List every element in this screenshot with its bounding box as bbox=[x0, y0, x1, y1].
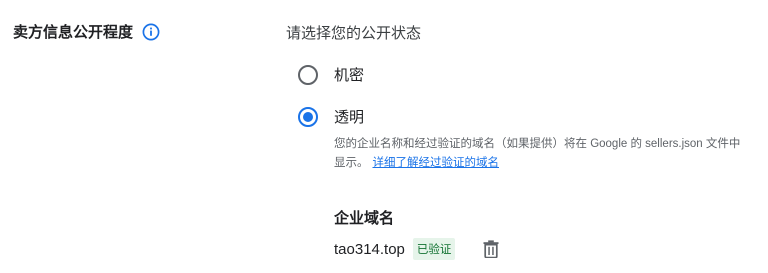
business-domain-title: 企业域名 bbox=[334, 210, 395, 227]
radio-label-confidential: 机密 bbox=[334, 67, 365, 84]
section-label: 卖方信息公开程度 bbox=[13, 21, 160, 42]
verified-badge: 已验证 bbox=[412, 238, 456, 260]
trash-icon[interactable] bbox=[481, 238, 501, 260]
radio-button-transparent[interactable] bbox=[298, 106, 318, 127]
info-icon[interactable] bbox=[142, 23, 160, 41]
visibility-prompt: 请选择您的公开状态 bbox=[286, 25, 422, 42]
learn-more-link[interactable]: 详细了解经过验证的域名 bbox=[373, 157, 500, 169]
transparent-helper-text: 您的企业名称和经过验证的域名（如果提供）将在 Google 的 sellers.… bbox=[334, 135, 744, 173]
domain-value: tao314.top bbox=[334, 240, 405, 258]
section-title: 卖方信息公开程度 bbox=[13, 24, 134, 41]
seller-info-visibility-panel: 卖方信息公开程度 请选择您的公开状态 机密 透明 您的企业名称和经过验证的域名（… bbox=[0, 0, 768, 273]
business-domain-row: tao314.top 已验证 bbox=[334, 238, 501, 260]
radio-option-transparent[interactable]: 透明 bbox=[298, 106, 364, 127]
radio-button-confidential[interactable] bbox=[298, 64, 318, 85]
radio-option-confidential[interactable]: 机密 bbox=[298, 64, 364, 85]
radio-label-transparent: 透明 bbox=[334, 109, 365, 126]
